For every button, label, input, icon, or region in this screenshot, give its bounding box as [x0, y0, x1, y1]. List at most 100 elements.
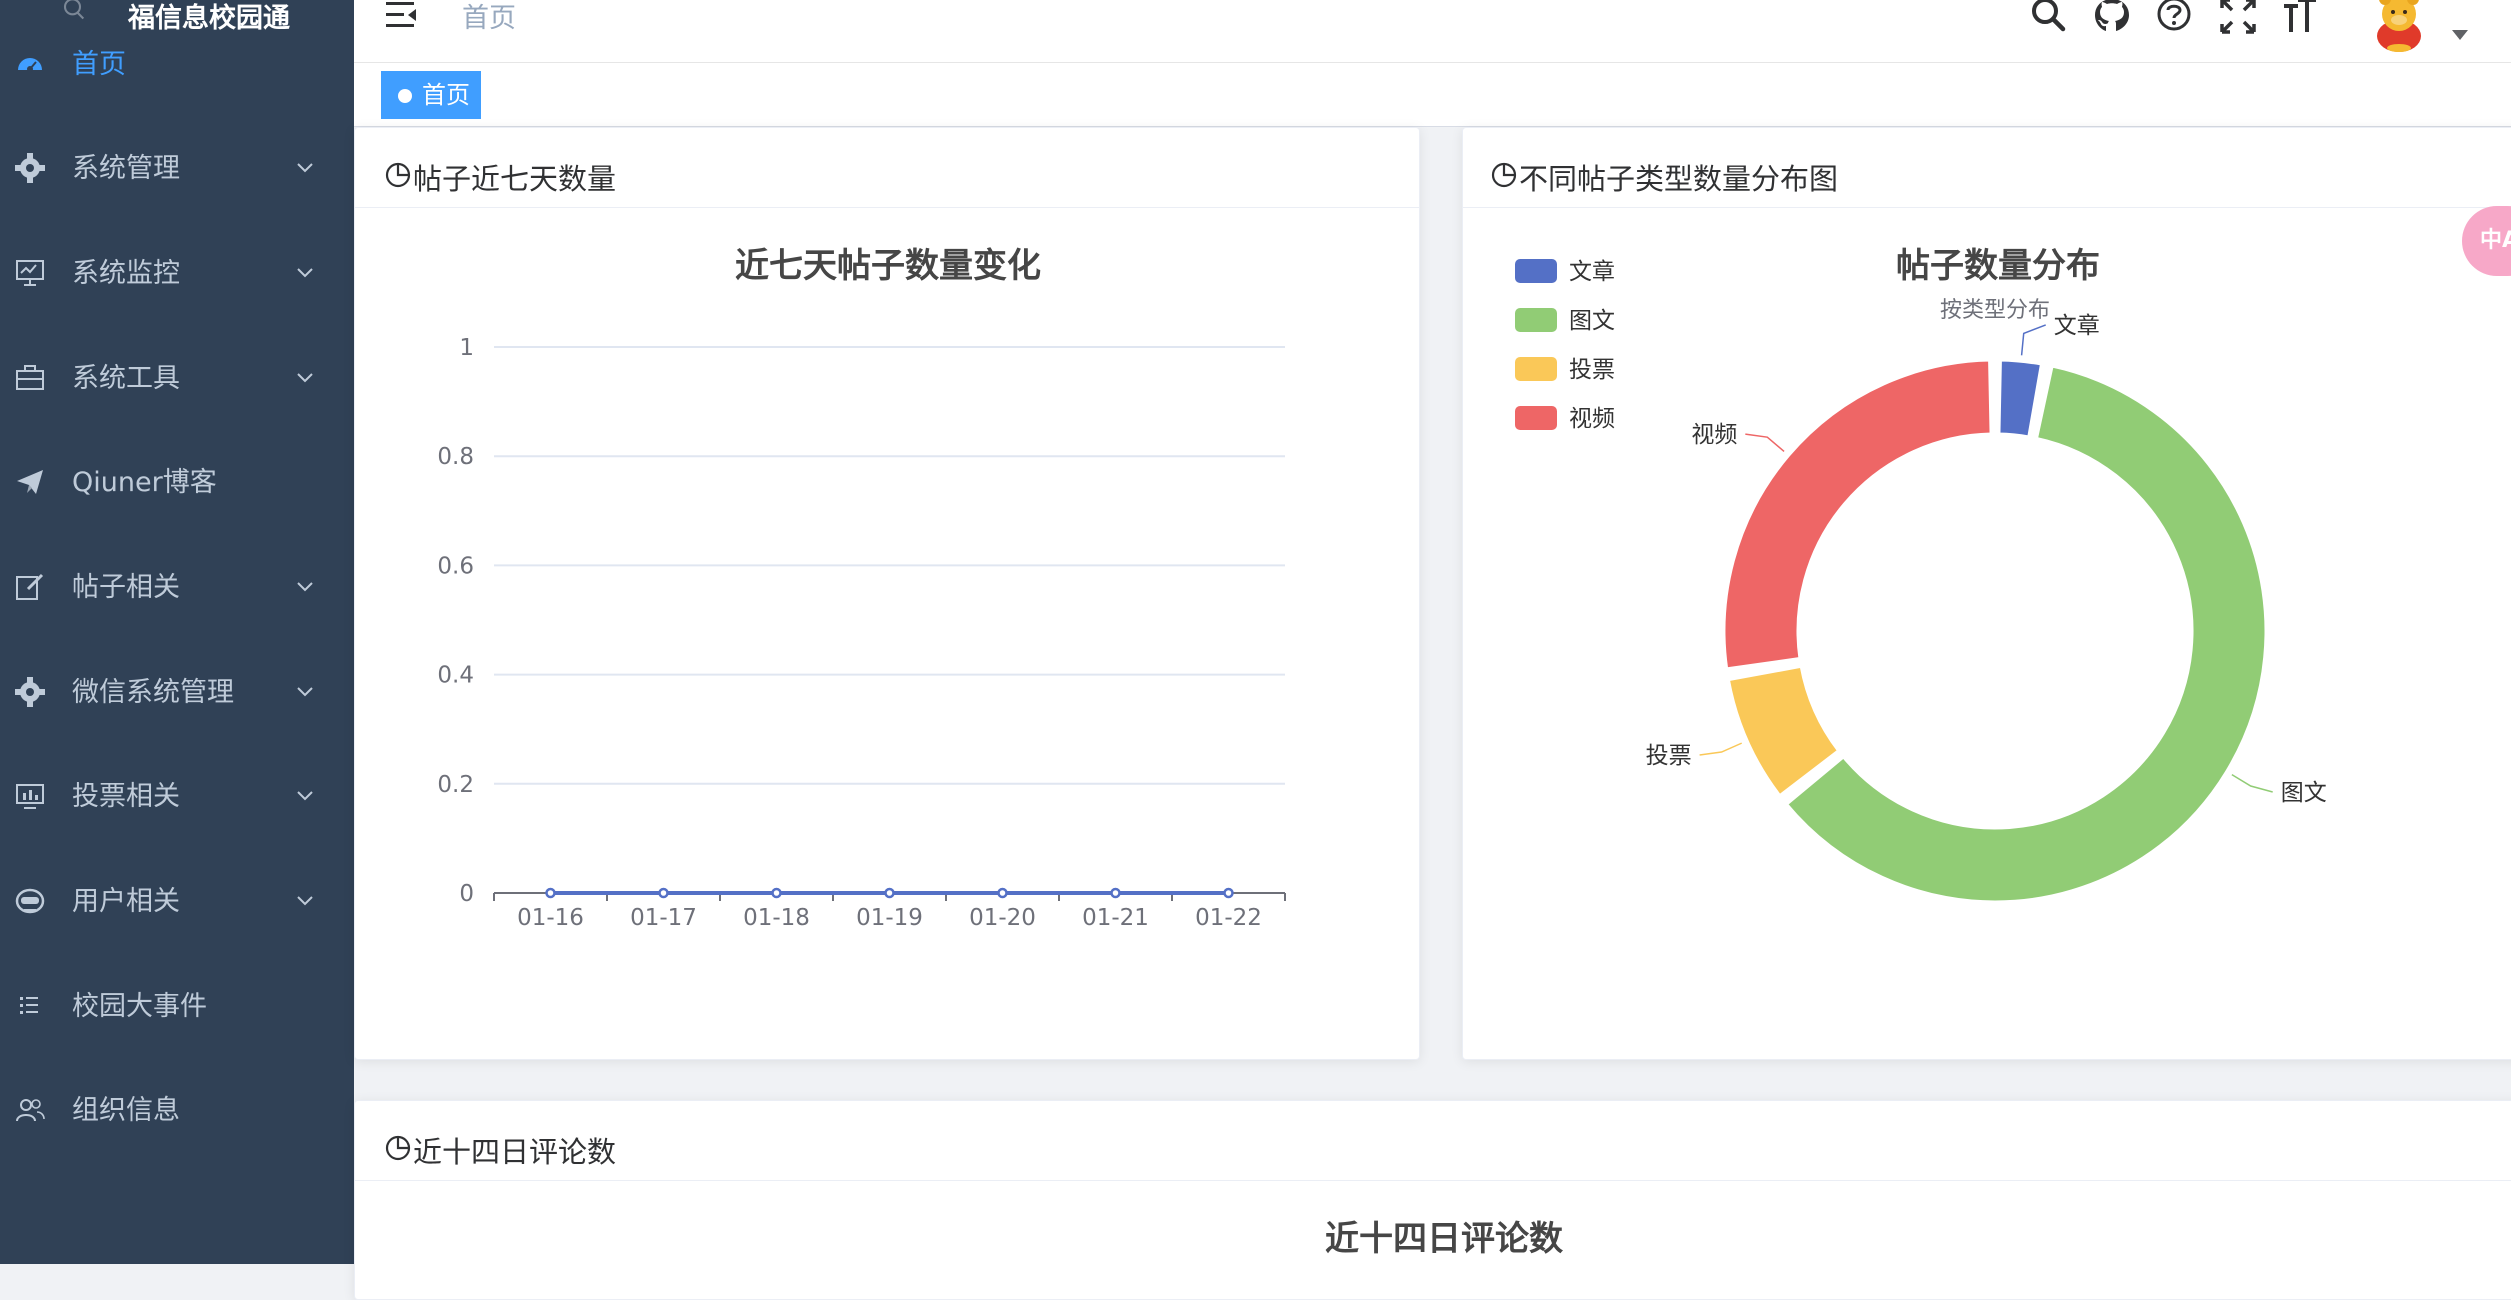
sidebar-item-label: 首页: [72, 49, 126, 80]
card-title: 近十四日评论数: [413, 1135, 617, 1169]
legend-swatch[interactable]: [1515, 406, 1557, 430]
legend-swatch[interactable]: [1515, 259, 1557, 283]
x-tick-label: 01-20: [969, 905, 1036, 931]
legend-label[interactable]: 文章: [1569, 259, 1615, 285]
y-tick-label: 0.8: [437, 444, 474, 470]
x-tick-label: 01-22: [1195, 905, 1262, 931]
legend-swatch[interactable]: [1515, 357, 1557, 381]
people-icon: [16, 1099, 45, 1122]
pie-label: 投票: [1646, 743, 1692, 769]
y-tick-label: 0.2: [437, 772, 474, 798]
github-icon[interactable]: [2092, 0, 2132, 36]
chevron-down-icon[interactable]: [294, 889, 316, 911]
data-point[interactable]: [997, 887, 1008, 899]
pie-label: 图文: [2281, 780, 2327, 806]
y-tick-label: 0: [459, 881, 474, 907]
legend-label[interactable]: 视频: [1569, 406, 1615, 432]
sidebar-item-label: 校园大事件: [72, 991, 207, 1022]
dashboard-icon: [18, 58, 42, 72]
sidebar-item-label: 系统管理: [72, 153, 180, 184]
gear-icon: [15, 677, 45, 707]
sidebar-item-2[interactable]: 系统监控: [0, 221, 354, 325]
user-face-icon: [15, 888, 45, 914]
paper-plane-icon: [17, 470, 43, 494]
chevron-down-icon[interactable]: [294, 156, 316, 178]
edit-icon: [16, 573, 44, 600]
pie-label-line: [1745, 433, 1785, 453]
avatar[interactable]: [2368, 0, 2430, 52]
sidebar-item-label: 组织信息: [72, 1095, 180, 1126]
line-chart: 1 0.8 0.6 0.4 0.2 0 01-16 01-17 01-18 01-19 01-20 0…: [437, 335, 1286, 931]
pie-label-line: [1699, 742, 1743, 756]
tag-home[interactable]: 首页: [381, 71, 481, 119]
pie-label-line: [2231, 773, 2273, 793]
legend-label[interactable]: 投票: [1569, 357, 1615, 383]
pie-chart: 文章图文投票视频文章图文投票视频: [1515, 259, 2327, 904]
x-tick-label: 01-19: [856, 905, 923, 931]
toolbox-icon: [16, 365, 44, 390]
y-tick-label: 0.4: [437, 663, 474, 689]
monitor-icon: [16, 260, 44, 286]
sidebar-item-label: 帖子相关: [72, 572, 180, 603]
chevron-down-icon[interactable]: [2452, 30, 2468, 40]
x-tick-label: 01-17: [630, 905, 697, 931]
data-point[interactable]: [1110, 887, 1121, 899]
tags-view: 首页: [354, 63, 2511, 127]
card-post-types: 不同帖子类型数量分布图 帖子数量分布 按类型分布 文章 图文 投票 视频 文章 图文 投票视…: [1462, 127, 2511, 1060]
pie-label-line: [2020, 324, 2046, 356]
question-icon[interactable]: [2154, 0, 2194, 36]
sidebar-item-label: 微信系统管理: [72, 677, 234, 708]
x-tick-label: 01-18: [743, 905, 810, 931]
chart-title: 近十四日评论数: [1325, 1219, 1563, 1259]
sidebar-item-0[interactable]: 首页: [0, 12, 354, 116]
card-header: 近十四日评论数: [355, 1101, 2511, 1181]
data-point[interactable]: [884, 887, 895, 899]
font-size-icon[interactable]: [2280, 0, 2320, 36]
sidebar-item-label: 系统工具: [72, 363, 180, 394]
search-icon[interactable]: [2029, 0, 2069, 36]
navbar: 首页: [354, 0, 2511, 63]
chevron-down-icon[interactable]: [294, 366, 316, 388]
list-icon: [20, 997, 38, 1014]
chart-board-icon: [16, 784, 44, 809]
sidebar-item-5[interactable]: 帖子相关: [0, 535, 354, 639]
x-tick-label: 01-16: [517, 905, 584, 931]
chevron-down-icon[interactable]: [294, 784, 316, 806]
sidebar-item-7[interactable]: 投票相关: [0, 744, 354, 848]
gear-icon: [15, 153, 45, 183]
data-point[interactable]: [1223, 887, 1234, 899]
sidebar-item-4[interactable]: Qiuner博客: [0, 430, 354, 534]
sidebar: 福信息校园通 首页 系统管理 系统监控 系统工具 Qiuner博客 帖子相关 微信系统管理投…: [0, 0, 354, 1264]
x-tick-label: 01-21: [1082, 905, 1149, 931]
sidebar-item-label: Qiuner博客: [72, 467, 217, 498]
legend-swatch[interactable]: [1515, 308, 1557, 332]
sidebar-item-6[interactable]: 微信系统管理: [0, 640, 354, 744]
card-comments-14-days: 近十四日评论数 近十四日评论数: [354, 1100, 2511, 1300]
pie-chart-icon: [385, 1135, 411, 1161]
pie-label: 视频: [1691, 422, 1737, 448]
sidebar-item-9[interactable]: 校园大事件: [0, 954, 354, 1058]
tag-active-dot: [398, 89, 412, 103]
data-point[interactable]: [771, 887, 782, 899]
pie-label: 文章: [2054, 313, 2100, 339]
data-point[interactable]: [545, 887, 556, 899]
sidebar-item-8[interactable]: 用户相关: [0, 849, 354, 953]
pie-slice[interactable]: [1997, 358, 2043, 439]
legend-label[interactable]: 图文: [1569, 308, 1615, 334]
breadcrumb[interactable]: 首页: [462, 0, 516, 35]
hamburger-icon[interactable]: [384, 0, 420, 30]
sidebar-item-3[interactable]: 系统工具: [0, 326, 354, 430]
sidebar-item-10[interactable]: 组织信息: [0, 1058, 354, 1162]
chevron-down-icon[interactable]: [294, 680, 316, 702]
fullscreen-icon[interactable]: [2218, 0, 2258, 36]
sidebar-item-label: 用户相关: [72, 886, 180, 917]
sidebar-item-1[interactable]: 系统管理: [0, 116, 354, 220]
chevron-down-icon[interactable]: [294, 575, 316, 597]
sidebar-item-label: 系统监控: [72, 258, 180, 289]
sidebar-item-label: 投票相关: [72, 781, 180, 812]
y-tick-label: 1: [459, 335, 474, 361]
data-point[interactable]: [658, 887, 669, 899]
pie-slice[interactable]: [1722, 358, 1993, 671]
chevron-down-icon[interactable]: [294, 261, 316, 283]
tag-label: 首页: [422, 81, 470, 109]
